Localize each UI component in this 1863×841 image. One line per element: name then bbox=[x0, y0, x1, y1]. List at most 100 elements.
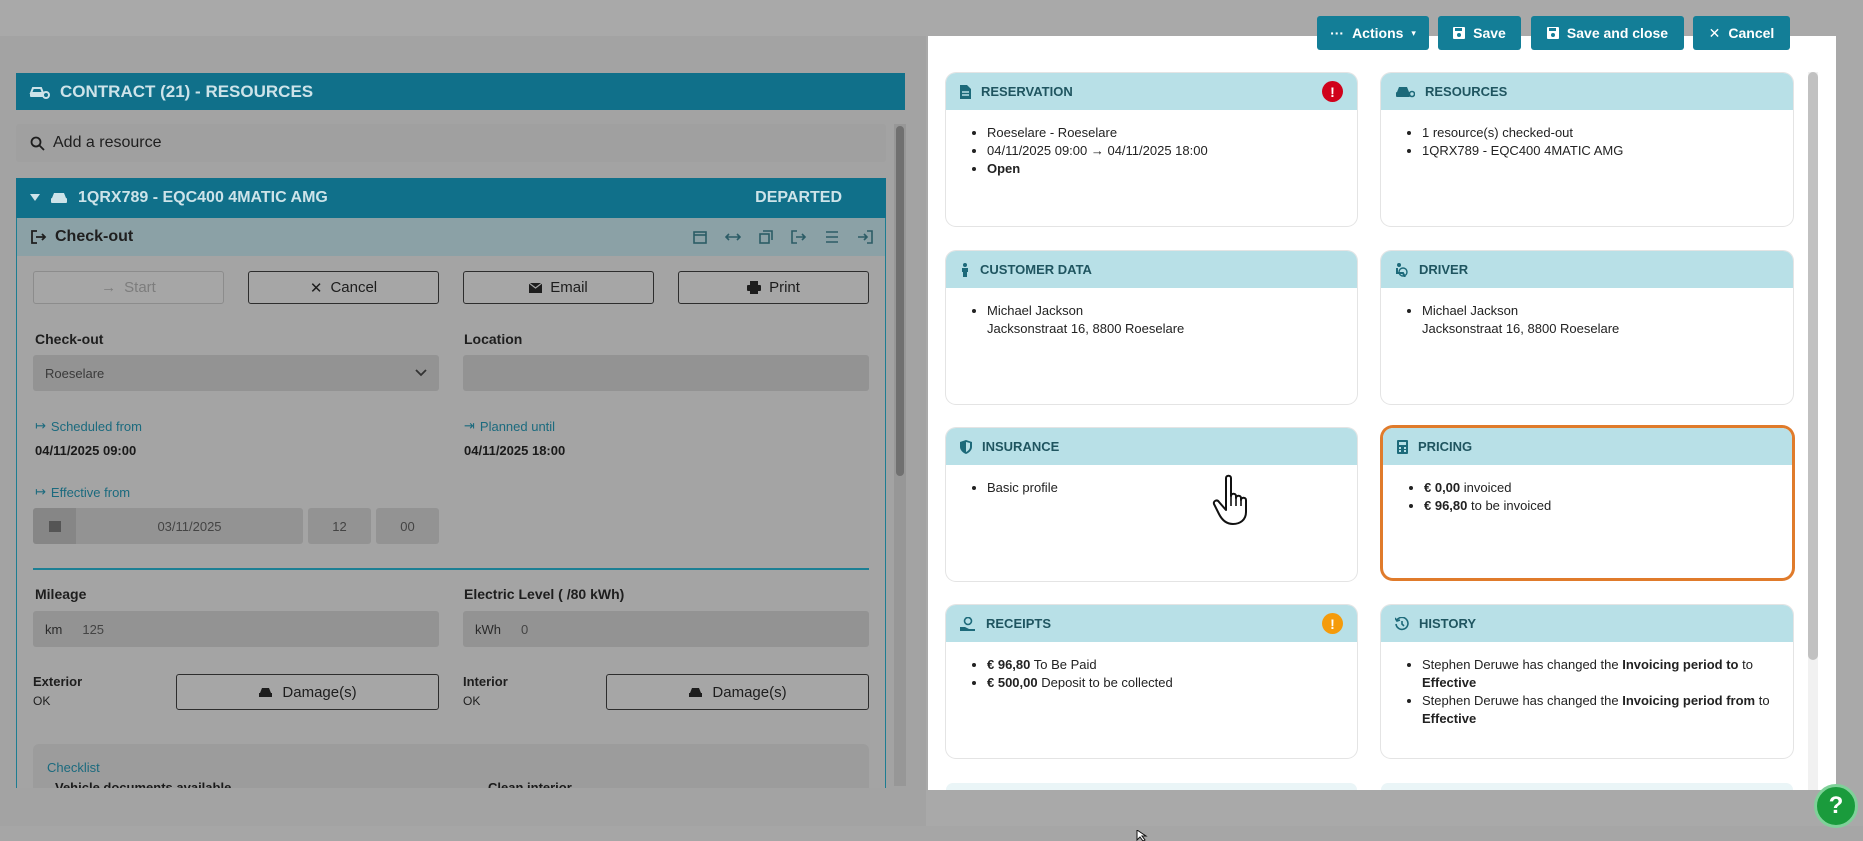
insurance-list: Basic profile bbox=[946, 465, 1357, 497]
pricing-card[interactable]: PRICING € 0,00 invoiced € 96,80 to be in… bbox=[1383, 428, 1792, 578]
scheduled-from-value: 04/11/2025 09:00 bbox=[35, 443, 137, 458]
checkin-icon[interactable] bbox=[857, 230, 873, 244]
hand-pointer-cursor-icon bbox=[1212, 474, 1256, 526]
cancel-button[interactable]: ✕ Cancel bbox=[1693, 16, 1790, 50]
resource-title: 1QRX789 - EQC400 4MATIC AMG bbox=[78, 189, 328, 206]
effective-minute-input[interactable]: 00 bbox=[376, 508, 439, 544]
car-key-icon bbox=[28, 84, 50, 100]
ellipsis-icon: ··· bbox=[1330, 25, 1345, 41]
list-item: Michael JacksonJacksonstraat 16, 8800 Ro… bbox=[987, 302, 1343, 338]
list-item: Basic profile bbox=[987, 479, 1343, 497]
actions-label: Actions bbox=[1352, 25, 1404, 41]
envelope-icon bbox=[529, 282, 543, 293]
save-label: Save bbox=[1473, 25, 1506, 41]
list-icon[interactable] bbox=[825, 230, 839, 244]
warning-badge-icon: ! bbox=[1322, 613, 1343, 634]
electric-level-label: Electric Level ( /80 kWh) bbox=[464, 586, 625, 602]
mileage-unit: km bbox=[45, 621, 63, 637]
insurance-card[interactable]: INSURANCE Basic profile bbox=[946, 428, 1357, 581]
history-card[interactable]: HISTORY Stephen Deruwe has changed the I… bbox=[1381, 605, 1793, 758]
checkout-section-header: Check-out bbox=[17, 218, 885, 256]
printer-icon bbox=[747, 281, 762, 294]
shield-icon bbox=[960, 439, 972, 454]
person-icon bbox=[960, 262, 970, 277]
list-item: € 96,80 to be invoiced bbox=[1424, 497, 1778, 515]
overlay-bottom bbox=[928, 790, 1836, 826]
resources-card-header: RESOURCES bbox=[1381, 73, 1793, 110]
checklist-box: Checklist Vehicle documents available Cl… bbox=[33, 744, 869, 788]
floppy-disk-icon bbox=[1453, 27, 1466, 39]
start-button[interactable]: → Start bbox=[33, 271, 224, 304]
insurance-card-header: INSURANCE bbox=[946, 428, 1357, 465]
next-card-top bbox=[1381, 783, 1793, 790]
sign-out-icon: ↦ bbox=[35, 418, 46, 433]
calendar-icon[interactable] bbox=[693, 230, 707, 244]
exterior-label: Exterior bbox=[33, 674, 83, 689]
list-item: 1QRX789 - EQC400 4MATIC AMG bbox=[1422, 142, 1779, 160]
save-and-close-button[interactable]: Save and close bbox=[1531, 16, 1684, 50]
effective-hour-input[interactable]: 12 bbox=[308, 508, 371, 544]
list-item: Roeselare - Roeselare bbox=[987, 124, 1343, 142]
pricing-list: € 0,00 invoiced € 96,80 to be invoiced bbox=[1383, 465, 1792, 515]
receipts-card[interactable]: RECEIPTS ! € 96,80 To Be Paid € 500,00 D… bbox=[946, 605, 1357, 758]
location-label: Location bbox=[464, 331, 523, 347]
resource-header[interactable]: 1QRX789 - EQC400 4MATIC AMG DEPARTED bbox=[16, 178, 886, 218]
print-button[interactable]: Print bbox=[678, 271, 869, 304]
cancel-label: Cancel bbox=[330, 279, 378, 296]
calculator-icon bbox=[1397, 439, 1408, 454]
email-label: Email bbox=[550, 279, 588, 296]
error-badge-icon: ! bbox=[1322, 81, 1343, 102]
receipts-card-header: RECEIPTS ! bbox=[946, 605, 1357, 642]
driver-card-header: DRIVER bbox=[1381, 251, 1793, 288]
add-resource-search[interactable]: Add a resource bbox=[16, 124, 886, 162]
receipts-title: RECEIPTS bbox=[986, 616, 1052, 631]
checkout-icon[interactable] bbox=[791, 230, 807, 244]
reservation-card[interactable]: RESERVATION ! Roeselare - Roeselare 04/1… bbox=[946, 73, 1357, 226]
list-item: 04/11/2025 09:00 → 04/11/2025 18:00 bbox=[987, 142, 1343, 160]
calendar-button[interactable] bbox=[33, 508, 76, 544]
left-scrollbar-thumb[interactable] bbox=[896, 126, 904, 476]
list-item: € 0,00 invoiced bbox=[1424, 479, 1778, 497]
help-button[interactable]: ? bbox=[1814, 784, 1858, 828]
checklist-item[interactable]: Vehicle documents available bbox=[55, 780, 231, 788]
exterior-value: OK bbox=[33, 694, 51, 708]
history-icon bbox=[1395, 616, 1409, 631]
page-footer-strip bbox=[0, 826, 1863, 841]
history-title: HISTORY bbox=[1419, 616, 1477, 631]
electric-level-input[interactable]: kWh 0 bbox=[463, 611, 869, 647]
location-input[interactable] bbox=[463, 355, 869, 391]
cancel-checkout-button[interactable]: ✕ Cancel bbox=[248, 271, 439, 304]
resources-card[interactable]: RESOURCES 1 resource(s) checked-out 1QRX… bbox=[1381, 73, 1793, 226]
pricing-title: PRICING bbox=[1418, 439, 1473, 454]
driver-card[interactable]: DRIVER Michael JacksonJacksonstraat 16, … bbox=[1381, 251, 1793, 404]
actions-dropdown-button[interactable]: ··· Actions ▾ bbox=[1317, 16, 1429, 50]
list-item: € 96,80 To Be Paid bbox=[987, 656, 1343, 674]
add-resource-placeholder: Add a resource bbox=[53, 134, 162, 151]
floppy-disk-icon bbox=[1546, 27, 1559, 39]
sign-out-icon: ↦ bbox=[35, 484, 46, 499]
right-scrollbar-thumb[interactable] bbox=[1808, 72, 1818, 660]
save-button[interactable]: Save bbox=[1438, 16, 1521, 50]
resources-title: RESOURCES bbox=[1425, 84, 1508, 99]
customer-data-title: CUSTOMER DATA bbox=[980, 262, 1092, 277]
email-button[interactable]: Email bbox=[463, 271, 654, 304]
exterior-damage-button[interactable]: Damage(s) bbox=[176, 674, 439, 710]
mileage-input[interactable]: km 125 bbox=[33, 611, 439, 647]
checklist-item[interactable]: Clean interior bbox=[488, 780, 572, 788]
mileage-label: Mileage bbox=[35, 586, 87, 602]
interior-damage-button[interactable]: Damage(s) bbox=[606, 674, 869, 710]
resources-list: 1 resource(s) checked-out 1QRX789 - EQC4… bbox=[1381, 110, 1793, 160]
pricing-card-header: PRICING bbox=[1383, 428, 1792, 465]
checkout-location-select[interactable]: Roeselare bbox=[33, 355, 439, 391]
effective-date-input[interactable]: 03/11/2025 bbox=[76, 508, 303, 544]
interior-label: Interior bbox=[463, 674, 508, 689]
insurance-title: INSURANCE bbox=[982, 439, 1060, 454]
arrows-horizontal-icon[interactable] bbox=[725, 230, 741, 244]
customer-data-card[interactable]: CUSTOMER DATA Michael JacksonJacksonstra… bbox=[946, 251, 1357, 404]
scheduled-from-label: ↦ Scheduled from bbox=[35, 418, 142, 434]
contract-title: CONTRACT (21) - RESOURCES bbox=[60, 81, 314, 101]
car-crash-icon bbox=[688, 686, 704, 698]
layers-icon[interactable] bbox=[759, 230, 773, 244]
list-item: Michael JacksonJacksonstraat 16, 8800 Ro… bbox=[1422, 302, 1779, 338]
calendar-icon bbox=[48, 520, 61, 532]
